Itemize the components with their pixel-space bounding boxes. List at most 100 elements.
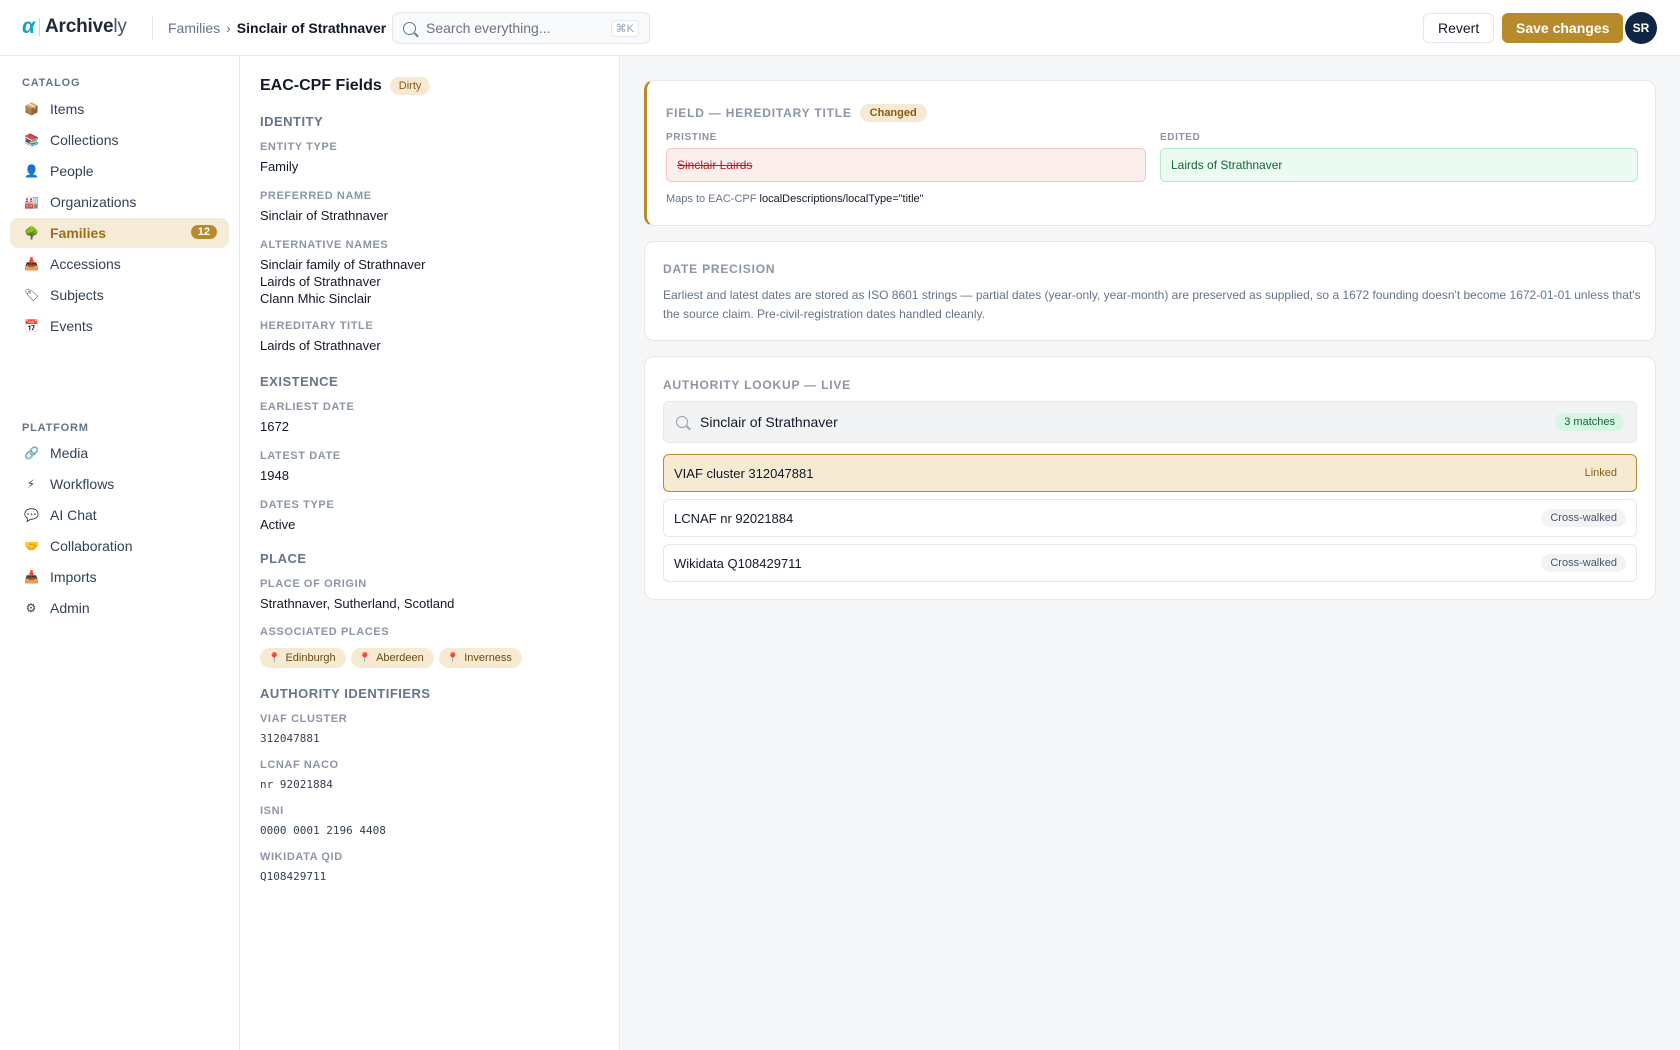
date-precision-card: DATE PRECISION Earliest and latest dates… <box>644 241 1656 341</box>
authority-match-row[interactable]: Wikidata Q108429711 Cross-walked <box>663 544 1637 582</box>
match-label: LCNAF nr 92021884 <box>674 510 794 526</box>
date-precision-body: Earliest and latest dates are stored as … <box>663 288 1641 321</box>
match-label: Wikidata Q108429711 <box>674 555 802 571</box>
lcnaf-label: LCNAF NACO <box>260 759 339 771</box>
sidebar-item-imports[interactable]: 📥 Imports <box>10 562 229 592</box>
sidebar-item-collaboration[interactable]: 🤝 Collaboration <box>10 531 229 561</box>
entity-type-label: ENTITY TYPE <box>260 141 338 153</box>
tag-icon: 🏷 <box>24 288 40 302</box>
global-search[interactable]: ⌘K <box>392 12 650 44</box>
search-icon <box>676 416 688 428</box>
sidebar-item-media[interactable]: 🔗 Media <box>10 438 229 468</box>
sidebar-item-label: Media <box>50 445 89 461</box>
sidebar-item-label: Collaboration <box>50 538 133 554</box>
sidebar-item-label: Subjects <box>50 287 104 303</box>
sidebar-count-badge: 12 <box>190 225 217 239</box>
pin-icon: 📍 <box>358 652 372 664</box>
associated-places-label: ASSOCIATED PLACES <box>260 626 390 638</box>
sidebar: CATALOG 📦 Items 📚 Collections 👤 People 🏭 Organi… <box>0 56 240 1050</box>
authority-search-input[interactable] <box>700 414 1556 430</box>
sidebar-item-label: Imports <box>50 569 97 585</box>
sidebar-item-label: Accessions <box>50 256 121 272</box>
edited-value[interactable]: Lairds of Strathnaver <box>1160 148 1638 182</box>
sidebar-item-label: Collections <box>50 132 119 148</box>
alternative-name[interactable]: Sinclair family of Strathnaver <box>260 256 425 273</box>
logo-text-light: ly <box>113 16 127 37</box>
pin-icon: 📍 <box>446 652 460 664</box>
place-tag-label: Edinburgh <box>285 652 336 664</box>
sidebar-item-label: Organizations <box>50 194 137 210</box>
app-logo[interactable]: α Archively <box>22 15 127 39</box>
books-icon: 📚 <box>24 133 39 147</box>
sidebar-item-events[interactable]: 📅 Events <box>10 311 229 341</box>
alternative-name[interactable]: Clann Mhic Sinclair <box>260 290 371 307</box>
place-of-origin-value[interactable]: Strathnaver, Sutherland, Scotland <box>260 595 454 612</box>
logo-text: Archively <box>45 15 127 39</box>
sidebar-item-workflows[interactable]: ⚡ Workflows <box>10 469 229 499</box>
hereditary-title-label: HEREDITARY TITLE <box>260 320 374 332</box>
dates-type-value[interactable]: Active <box>260 516 295 533</box>
wikidata-value[interactable]: Q108429711 <box>260 868 326 885</box>
fields-panel-header: EAC-CPF Fields Dirty <box>260 77 431 95</box>
place-tag-label: Aberdeen <box>376 652 424 664</box>
authority-match-row[interactable]: VIAF cluster 312047881 Linked <box>663 454 1637 492</box>
viaf-label: VIAF CLUSTER <box>260 713 348 725</box>
pristine-value: Sinclair Lairds <box>666 148 1146 182</box>
alternative-names-label: ALTERNATIVE NAMES <box>260 239 389 251</box>
place-tag[interactable]: 📍 Inverness <box>438 648 522 668</box>
sidebar-item-people[interactable]: 👤 People <box>10 156 229 186</box>
field-diff-card: FIELD — HEREDITARY TITLE Changed PRISTIN… <box>644 80 1656 226</box>
changed-badge: Changed <box>859 104 927 122</box>
search-input[interactable] <box>426 20 596 36</box>
sidebar-item-accessions[interactable]: 📥 Accessions <box>10 249 229 279</box>
dates-type-label: DATES TYPE <box>260 499 335 511</box>
mapping-prefix: Maps to EAC-CPF <box>666 193 757 205</box>
latest-date-value[interactable]: 1948 <box>260 467 289 484</box>
hereditary-title-value[interactable]: Lairds of Strathnaver <box>260 337 381 354</box>
pristine-label: PRISTINE <box>666 132 717 143</box>
entity-type-value[interactable]: Family <box>260 158 298 175</box>
import-icon: 📥 <box>24 570 39 584</box>
sidebar-item-organizations[interactable]: 🏭 Organizations <box>10 187 229 217</box>
earliest-date-value[interactable]: 1672 <box>260 418 289 435</box>
match-status-badge: Linked <box>1584 467 1617 479</box>
alternative-name[interactable]: Lairds of Strathnaver <box>260 273 381 290</box>
logo-icon: α <box>22 15 36 38</box>
mapping-note: Maps to EAC-CPF localDescriptions/localT… <box>666 193 924 205</box>
breadcrumb: Families › Sinclair of Strathnaver <box>168 20 386 36</box>
sidebar-item-items[interactable]: 📦 Items <box>10 94 229 124</box>
dirty-badge: Dirty <box>389 77 431 95</box>
match-count-badge: 3 matches <box>1555 413 1624 431</box>
sidebar-item-collections[interactable]: 📚 Collections <box>10 125 229 155</box>
viaf-value[interactable]: 312047881 <box>260 730 320 747</box>
lcnaf-value[interactable]: nr 92021884 <box>260 776 333 793</box>
place-tag[interactable]: 📍 Edinburgh <box>260 648 346 668</box>
sidebar-section-catalog: CATALOG <box>22 77 81 89</box>
user-avatar[interactable]: SR <box>1625 12 1657 44</box>
revert-button[interactable]: Revert <box>1423 13 1495 43</box>
calendar-icon: 📅 <box>24 319 39 333</box>
save-changes-button[interactable]: Save changes <box>1502 13 1624 43</box>
edited-label: EDITED <box>1160 132 1201 143</box>
search-shortcut-hint: ⌘K <box>610 19 639 37</box>
isni-value[interactable]: 0000 0001 2196 4408 <box>260 822 386 839</box>
place-tag[interactable]: 📍 Aberdeen <box>350 648 434 668</box>
field-diff-header: FIELD — HEREDITARY TITLE Changed <box>666 104 927 122</box>
box-icon: 📦 <box>24 102 39 116</box>
sidebar-item-ai-chat[interactable]: 💬 AI Chat <box>10 500 229 530</box>
sidebar-item-families[interactable]: 🌳 Families 12 <box>10 218 229 248</box>
breadcrumb-parent[interactable]: Families <box>168 20 220 36</box>
fields-panel-title: EAC-CPF Fields <box>260 77 382 94</box>
sidebar-item-admin[interactable]: ⚙ Admin <box>10 593 229 623</box>
match-status-badge: Cross-walked <box>1541 554 1626 572</box>
sidebar-item-label: People <box>50 163 94 179</box>
sidebar-item-subjects[interactable]: 🏷 Subjects <box>10 280 229 310</box>
earliest-date-label: EARLIEST DATE <box>260 401 355 413</box>
authority-match-row[interactable]: LCNAF nr 92021884 Cross-walked <box>663 499 1637 537</box>
search-icon <box>403 21 416 35</box>
preferred-name-value[interactable]: Sinclair of Strathnaver <box>260 207 388 224</box>
section-place: PLACE <box>260 551 307 566</box>
date-precision-title: DATE PRECISION <box>663 262 776 276</box>
gear-icon: ⚙ <box>25 601 37 615</box>
authority-search[interactable]: 3 matches <box>663 401 1637 443</box>
